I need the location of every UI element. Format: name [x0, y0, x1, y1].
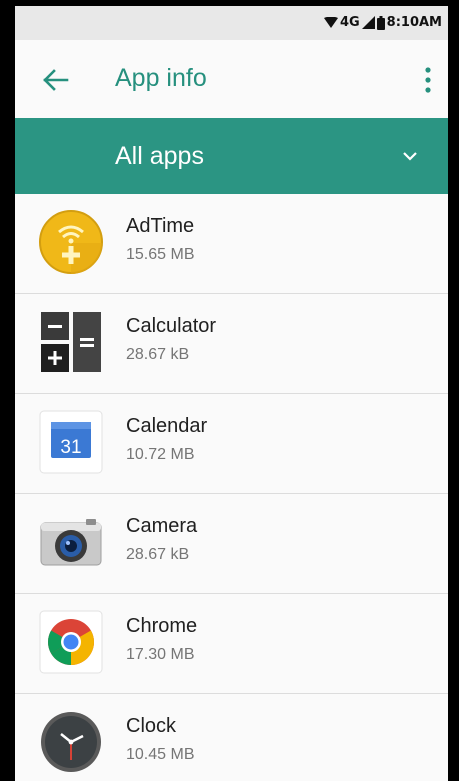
more-vert-icon[interactable] — [422, 66, 434, 94]
status-bar: 4G 8:10AM — [15, 6, 448, 40]
app-name: Calculator — [126, 315, 217, 337]
signal-icon — [361, 16, 375, 29]
app-name: Clock — [126, 715, 177, 737]
app-name: Calendar — [126, 415, 208, 437]
arrow-back-icon[interactable] — [37, 62, 73, 98]
app-row-clock[interactable]: Clock 10.45 MB — [15, 694, 448, 781]
app-size: 10.72 MB — [126, 446, 195, 463]
app-size: 28.67 kB — [126, 546, 190, 563]
app-size: 15.65 MB — [126, 246, 195, 263]
page-title: App info — [115, 64, 207, 92]
app-bar: App info — [15, 40, 448, 119]
camera-icon — [40, 519, 102, 566]
app-size: 28.67 kB — [126, 346, 190, 363]
calendar-day-number: 31 — [60, 437, 81, 458]
app-name: Camera — [126, 515, 198, 537]
calculator-icon — [41, 312, 101, 372]
app-row-adtime[interactable]: AdTime 15.65 MB — [15, 194, 448, 294]
app-row-chrome[interactable]: Chrome 17.30 MB — [15, 594, 448, 694]
clock-icon — [41, 712, 101, 772]
calendar-icon: 31 — [39, 410, 103, 474]
app-row-calendar[interactable]: 31 Calendar 10.72 MB — [15, 394, 448, 494]
app-size: 10.45 MB — [126, 746, 195, 763]
app-row-calculator[interactable]: Calculator 28.67 kB — [15, 294, 448, 394]
app-list: AdTime 15.65 MB Calculator 28.67 kB 31 C… — [15, 194, 448, 781]
filter-dropdown[interactable]: All apps — [15, 118, 448, 194]
adtime-icon — [39, 210, 103, 274]
app-name: Chrome — [126, 615, 198, 637]
app-info-screen: 4G 8:10AM App info All apps AdTime 15.65… — [15, 6, 448, 781]
filter-selected-label: All apps — [115, 142, 204, 170]
wifi-icon — [323, 16, 338, 28]
clock-time: 8:10AM — [386, 15, 442, 30]
app-name: AdTime — [126, 215, 195, 237]
network-type: 4G — [339, 15, 360, 30]
battery-icon — [376, 15, 385, 30]
chrome-icon — [39, 610, 103, 674]
chevron-down-icon — [403, 152, 417, 161]
app-row-camera[interactable]: Camera 28.67 kB — [15, 494, 448, 594]
app-size: 17.30 MB — [126, 646, 195, 663]
status-icons: 4G 8:10AM — [323, 15, 442, 30]
